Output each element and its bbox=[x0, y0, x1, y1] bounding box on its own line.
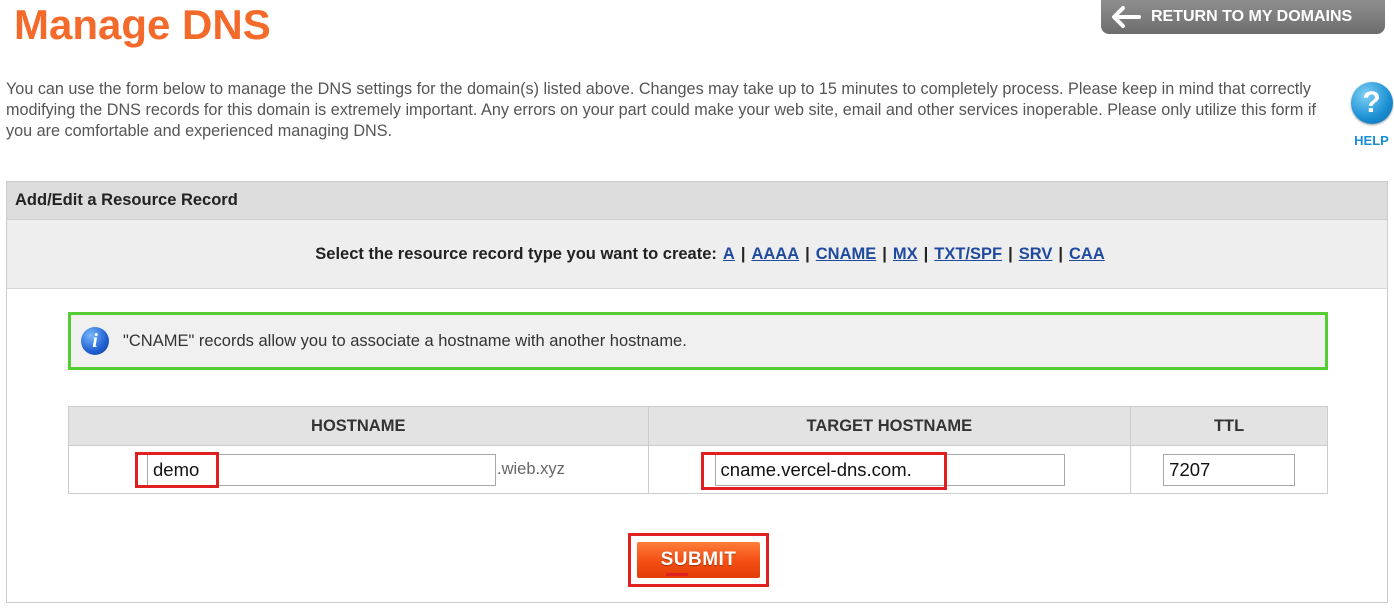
cname-info-text: "CNAME" records allow you to associate a… bbox=[123, 331, 687, 350]
separator: | bbox=[740, 244, 746, 263]
help-icon: ? bbox=[1350, 82, 1393, 124]
record-type-link-a[interactable]: A bbox=[723, 245, 735, 264]
ttl-cell bbox=[1130, 445, 1328, 494]
table-row: .wieb.xyz bbox=[68, 445, 1328, 494]
record-type-link-mx[interactable]: MX bbox=[893, 245, 918, 264]
record-type-link-cname[interactable]: CNAME bbox=[816, 245, 877, 264]
column-header-ttl: TTL bbox=[1130, 406, 1328, 446]
resource-record-panel: Add/Edit a Resource Record Select the re… bbox=[6, 181, 1388, 603]
hostname-cell: .wieb.xyz bbox=[68, 445, 649, 494]
column-header-hostname: HOSTNAME bbox=[68, 406, 649, 446]
info-icon: i bbox=[81, 327, 109, 355]
help-button[interactable]: ? HELP bbox=[1349, 82, 1394, 148]
cname-info-box: i "CNAME" records allow you to associate… bbox=[68, 312, 1328, 370]
separator: | bbox=[805, 244, 810, 263]
submit-button[interactable]: SUBMIT bbox=[637, 542, 760, 578]
target-hostname-input[interactable] bbox=[714, 454, 1065, 486]
help-label: HELP bbox=[1354, 133, 1389, 148]
panel-title: Add/Edit a Resource Record bbox=[7, 182, 1387, 220]
domain-suffix: .wieb.xyz bbox=[497, 460, 565, 478]
record-table: HOSTNAME TARGET HOSTNAME TTL .wieb.xyz bbox=[68, 406, 1328, 494]
separator: | bbox=[1008, 244, 1013, 263]
page-title: Manage DNS bbox=[14, 1, 271, 48]
submit-highlight: SUBMIT bbox=[628, 533, 769, 587]
return-to-my-domains-button[interactable]: RETURN TO MY DOMAINS bbox=[1101, 0, 1385, 34]
table-header-row: HOSTNAME TARGET HOSTNAME TTL bbox=[68, 406, 1328, 446]
record-type-link-caa[interactable]: CAA bbox=[1069, 245, 1105, 264]
record-type-link-txt-spf[interactable]: TXT/SPF bbox=[934, 245, 1002, 264]
separator: | bbox=[923, 244, 929, 263]
intro-text: You can use the form below to manage the… bbox=[6, 80, 1316, 140]
ttl-input[interactable] bbox=[1163, 454, 1296, 486]
record-type-link-srv[interactable]: SRV bbox=[1019, 245, 1053, 264]
arrow-left-icon bbox=[1111, 6, 1141, 28]
separator: | bbox=[882, 244, 887, 263]
target-hostname-cell bbox=[647, 445, 1132, 494]
record-type-link-aaaa[interactable]: AAAA bbox=[751, 245, 799, 264]
record-type-selector: Select the resource record type you want… bbox=[7, 220, 1387, 289]
record-type-prompt: Select the resource record type you want… bbox=[315, 244, 717, 263]
separator: | bbox=[1058, 244, 1063, 263]
return-button-label: RETURN TO MY DOMAINS bbox=[1151, 8, 1353, 25]
hostname-input[interactable] bbox=[147, 454, 496, 486]
submit-underline-mark bbox=[666, 573, 688, 576]
column-header-target-hostname: TARGET HOSTNAME bbox=[647, 406, 1132, 446]
